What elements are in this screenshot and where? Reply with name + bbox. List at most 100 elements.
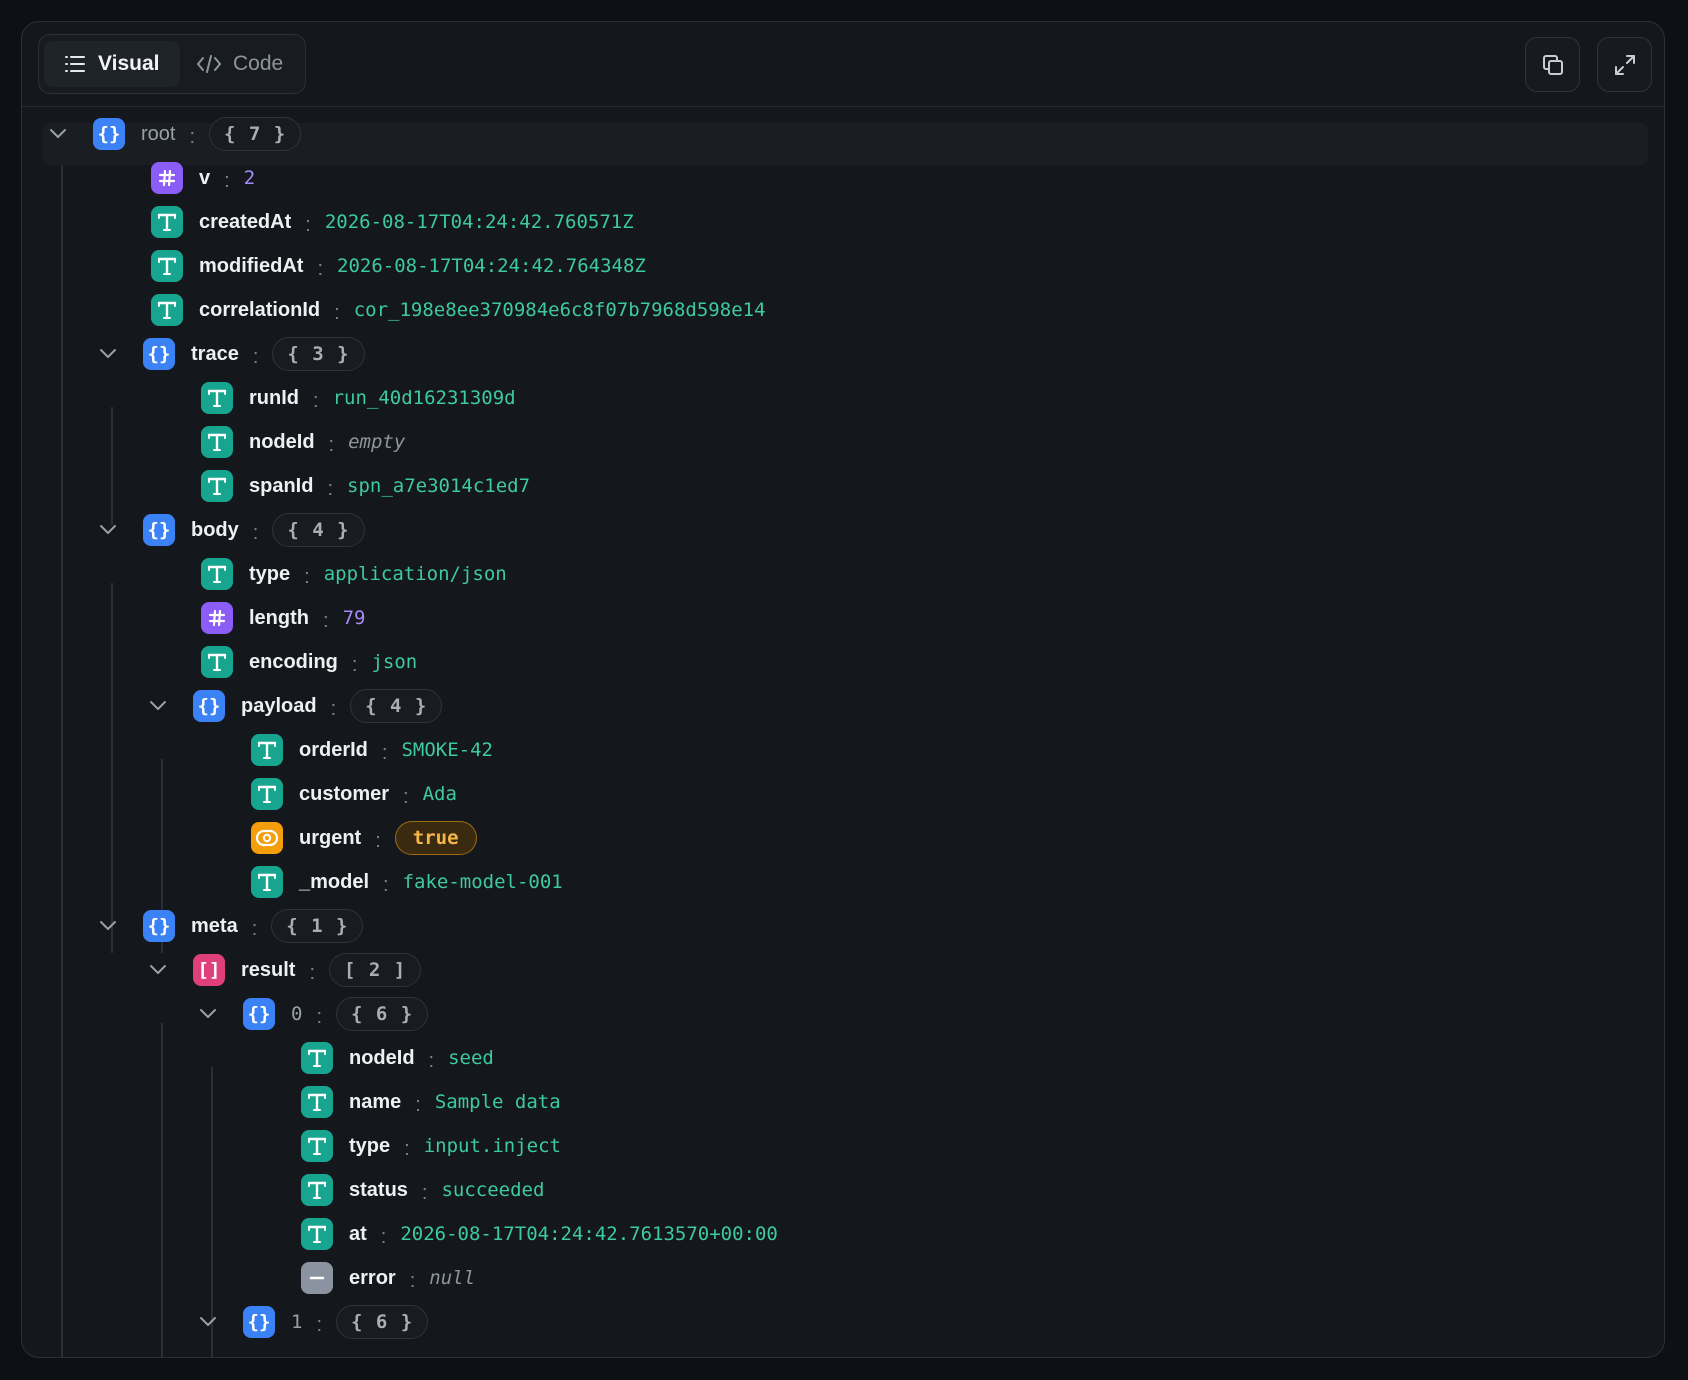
node-key: nodeId bbox=[249, 430, 315, 453]
key-separator: : bbox=[309, 961, 316, 984]
tree-row-nodeid: nodeId: seed bbox=[301, 1038, 494, 1078]
null-value: null bbox=[429, 1267, 476, 1289]
tree-row-1[interactable]: {} 1: { 6 } bbox=[197, 1302, 429, 1342]
key-separator: : bbox=[252, 521, 259, 544]
tree-row-payload[interactable]: {} payload: { 4 } bbox=[147, 686, 443, 726]
expand-toggle[interactable] bbox=[197, 1003, 219, 1025]
key-separator: : bbox=[334, 301, 340, 324]
chevron-down-icon bbox=[100, 349, 116, 358]
node-key: 0 bbox=[291, 1003, 303, 1025]
text-type-icon bbox=[207, 433, 227, 452]
tree-row-encoding: encoding: json bbox=[201, 642, 417, 682]
child-count-badge: { 3 } bbox=[272, 337, 365, 371]
string-value: seed bbox=[448, 1047, 494, 1069]
string-value: 2026-08-17T04:24:42.764348Z bbox=[337, 255, 646, 277]
tree-row-name: name: Sample data bbox=[301, 1082, 561, 1122]
child-count-badge: [ 2 ] bbox=[329, 953, 422, 987]
text-type-icon bbox=[307, 1049, 327, 1068]
child-count-badge: { 6 } bbox=[336, 997, 429, 1031]
type-badge: {} bbox=[143, 514, 175, 546]
string-value: 2026-08-17T04:24:42.7613570+00:00 bbox=[400, 1223, 778, 1245]
tree-guide-root bbox=[61, 165, 63, 1357]
minus-icon bbox=[309, 1276, 325, 1280]
tree-row-trace[interactable]: {} trace: { 3 } bbox=[97, 334, 365, 374]
string-value: cor_198e8ee370984e6c8f07b7968d598e14 bbox=[353, 299, 766, 321]
string-value: input.inject bbox=[423, 1135, 561, 1157]
tree-row-customer: customer: Ada bbox=[251, 774, 457, 814]
tree-row-nodeid: nodeId: empty bbox=[201, 422, 405, 462]
child-count-badge: { 4 } bbox=[272, 513, 365, 547]
string-value: Ada bbox=[422, 783, 457, 805]
type-badge bbox=[251, 866, 283, 898]
node-key: spanId bbox=[249, 474, 314, 497]
key-separator: : bbox=[251, 917, 258, 940]
type-badge bbox=[251, 734, 283, 766]
tree-guide-trace bbox=[111, 407, 113, 525]
key-separator: : bbox=[380, 1225, 387, 1248]
text-type-icon bbox=[157, 301, 177, 320]
expand-toggle[interactable] bbox=[97, 343, 119, 365]
type-badge bbox=[201, 382, 233, 414]
text-type-icon bbox=[157, 257, 177, 276]
chevron-down-icon bbox=[50, 129, 66, 138]
node-key: length bbox=[249, 606, 309, 629]
boolean-value: true bbox=[394, 821, 477, 855]
chevron-down-icon bbox=[200, 1317, 216, 1326]
node-key: trace bbox=[191, 342, 239, 365]
tree-row-meta[interactable]: {} meta: { 1 } bbox=[97, 906, 364, 946]
expand-toggle[interactable] bbox=[97, 519, 119, 541]
tree-row-at: at:2026-08-17T04:24:42.7613570+00:00 bbox=[301, 1214, 778, 1254]
tree-row-result[interactable]: [] result: [ 2 ] bbox=[147, 950, 422, 990]
braces-icon: {} bbox=[197, 695, 221, 717]
chevron-down-icon bbox=[100, 525, 116, 534]
text-type-icon bbox=[157, 213, 177, 232]
brackets-icon: [] bbox=[197, 959, 221, 981]
node-key: status bbox=[349, 1178, 408, 1201]
tree-row-v: v:2 bbox=[151, 158, 255, 198]
type-badge bbox=[151, 162, 183, 194]
type-badge bbox=[251, 822, 283, 854]
expand-toggle[interactable] bbox=[147, 959, 169, 981]
node-key: v bbox=[199, 166, 211, 189]
node-key: type bbox=[349, 1134, 391, 1157]
braces-icon: {} bbox=[147, 343, 171, 365]
tree-row-spanid: spanId: spn_a7e3014c1ed7 bbox=[201, 466, 530, 506]
expand-toggle[interactable] bbox=[147, 695, 169, 717]
child-count-badge: { 6 } bbox=[336, 1305, 429, 1339]
node-key: name bbox=[349, 1090, 402, 1113]
chevron-down-icon bbox=[150, 965, 166, 974]
copy-button[interactable] bbox=[1525, 37, 1580, 92]
tree-row-0[interactable]: {} 0: { 6 } bbox=[197, 994, 429, 1034]
tab-visual-label: Visual bbox=[98, 52, 160, 75]
key-separator: : bbox=[403, 785, 409, 808]
tab-visual[interactable]: Visual bbox=[44, 41, 180, 87]
node-key: runId bbox=[249, 386, 299, 409]
key-separator: : bbox=[189, 125, 196, 148]
expand-toggle[interactable] bbox=[97, 915, 119, 937]
viewer-toolbar: Visual Code bbox=[22, 22, 1664, 107]
type-badge bbox=[301, 1130, 333, 1162]
string-value: succeeded bbox=[441, 1179, 545, 1201]
expand-button[interactable] bbox=[1597, 37, 1652, 92]
tree-row-runid: runId: run_40d16231309d bbox=[201, 378, 516, 418]
tab-code[interactable]: Code bbox=[185, 41, 297, 87]
hash-icon bbox=[208, 609, 226, 627]
node-key: orderId bbox=[299, 738, 368, 761]
expand-toggle[interactable] bbox=[47, 123, 69, 145]
expand-toggle[interactable] bbox=[197, 1311, 219, 1333]
node-key: correlationId bbox=[199, 298, 321, 321]
tree-row-body[interactable]: {} body: { 4 } bbox=[97, 510, 365, 550]
tree-row-orderid: orderId: SMOKE-42 bbox=[251, 730, 493, 770]
tree-row-status: status: succeeded bbox=[301, 1170, 544, 1210]
key-separator: : bbox=[323, 609, 329, 632]
text-type-icon bbox=[307, 1225, 327, 1244]
type-badge bbox=[251, 778, 283, 810]
node-key: nodeId bbox=[349, 1046, 415, 1069]
node-key: result bbox=[241, 958, 296, 981]
braces-icon: {} bbox=[147, 915, 171, 937]
empty-value: empty bbox=[348, 431, 406, 453]
tree-row-root[interactable]: {} root: { 7 } bbox=[47, 114, 302, 154]
tree-row-urgent: urgent: true bbox=[251, 818, 477, 858]
string-value: spn_a7e3014c1ed7 bbox=[347, 475, 531, 497]
string-value: json bbox=[371, 651, 418, 673]
